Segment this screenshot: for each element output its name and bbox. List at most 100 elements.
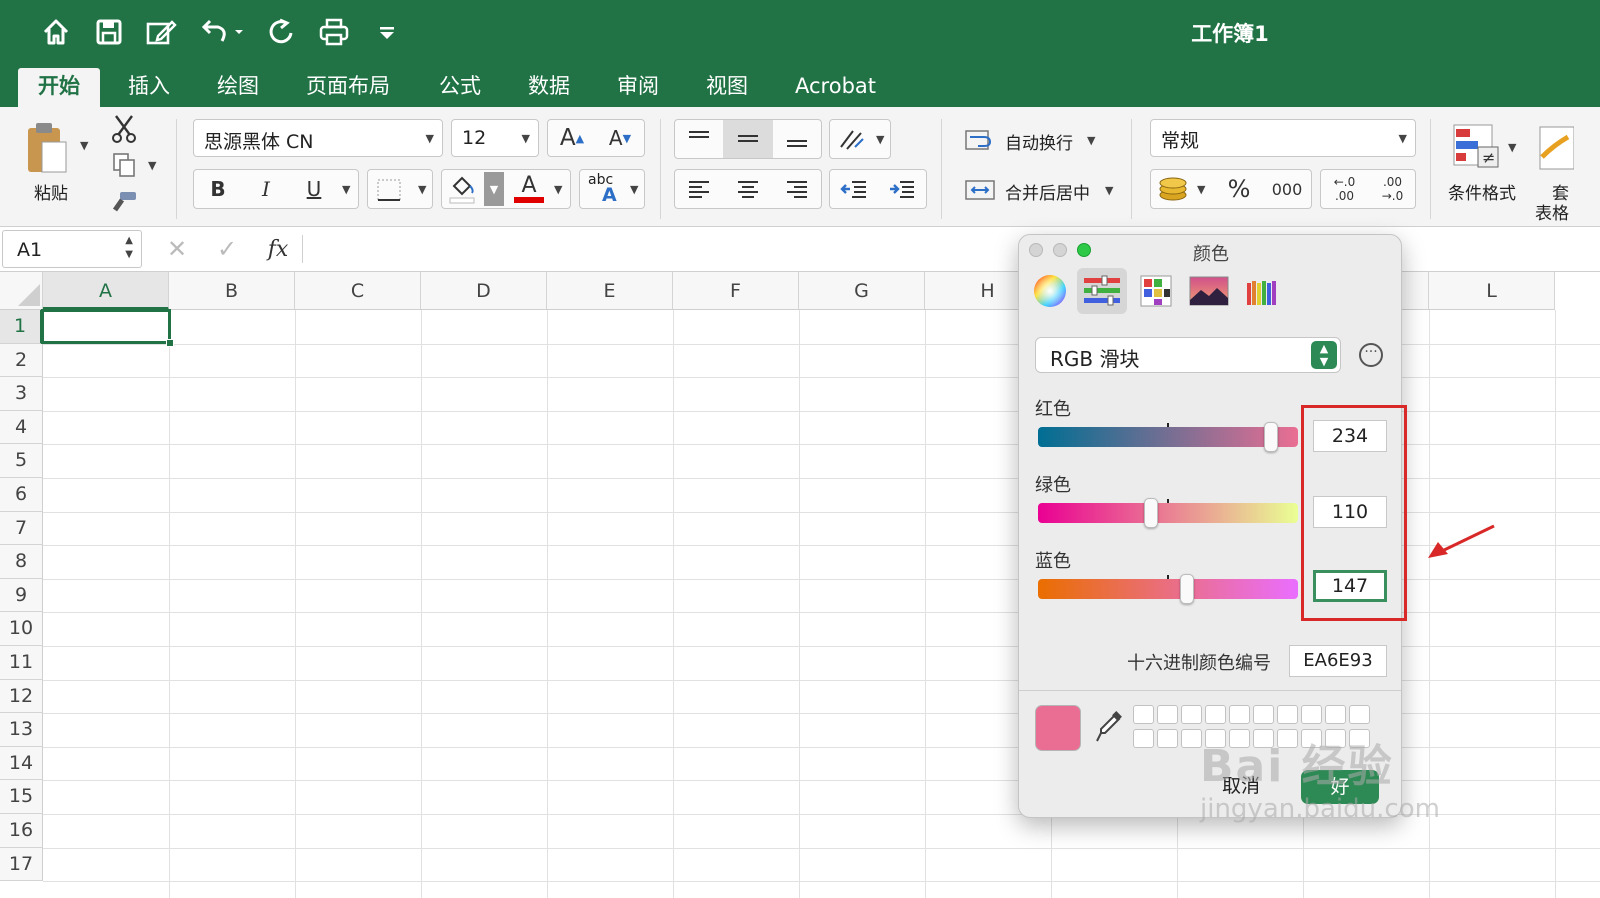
decrease-indent-icon[interactable] [830,170,878,208]
row-header[interactable]: 16 [0,814,43,848]
column-header[interactable]: D [421,272,547,310]
green-slider[interactable] [1038,498,1298,528]
hex-value-field[interactable]: EA6E93 [1289,645,1387,677]
fill-handle[interactable] [166,339,174,347]
blue-slider-knob[interactable] [1179,574,1194,604]
merge-center-icon[interactable] [962,175,998,205]
table-format-icon[interactable] [1536,123,1576,173]
fill-color-button[interactable] [444,172,480,206]
grow-font-button[interactable]: A ▲ [548,120,596,156]
color-well[interactable] [1157,705,1178,724]
column-header[interactable]: B [169,272,295,310]
selected-cell-a1[interactable] [41,309,171,344]
color-well[interactable] [1253,705,1274,724]
color-well[interactable] [1325,705,1346,724]
wrap-text-icon[interactable] [962,125,998,155]
tab-home[interactable]: 开始 [18,68,100,107]
customize-icon[interactable] [369,14,405,50]
copy-dropdown-icon[interactable]: ▼ [148,159,156,172]
table-format-label-bottom[interactable]: 表格 [1535,199,1569,224]
conditional-format-label[interactable]: 条件格式 [1448,179,1516,204]
conditional-format-icon[interactable]: ≠ [1450,119,1502,171]
paste-dropdown-icon[interactable]: ▼ [80,139,88,152]
home-icon[interactable] [38,14,74,50]
select-all-corner[interactable] [0,272,43,310]
underline-button[interactable]: U [290,170,338,208]
redo-icon[interactable] [263,14,299,50]
cancel-entry-icon[interactable]: ✕ [162,234,192,264]
font-size-select[interactable]: 12 ▼ [451,119,539,157]
color-well[interactable] [1301,705,1322,724]
row-header[interactable]: 12 [0,679,43,714]
wrap-text-label[interactable]: 自动换行 [1005,129,1073,154]
row-header[interactable]: 9 [0,578,43,613]
align-center-icon[interactable] [723,170,773,208]
underline-dropdown-icon[interactable]: ▼ [342,183,350,196]
color-well[interactable] [1205,705,1226,724]
column-header[interactable]: E [547,272,673,310]
red-slider[interactable] [1038,422,1298,452]
current-color-swatch[interactable] [1035,705,1081,751]
color-well[interactable] [1133,729,1154,748]
confirm-entry-icon[interactable]: ✓ [212,234,242,264]
wrap-text-dropdown-icon[interactable]: ▼ [1087,134,1095,147]
currency-dropdown-icon[interactable]: ▼ [1197,183,1205,196]
color-well[interactable] [1349,705,1370,724]
italic-button[interactable]: I [242,170,290,208]
edit-icon[interactable] [143,14,179,50]
row-header[interactable]: 7 [0,511,43,546]
red-slider-knob[interactable] [1263,422,1278,452]
more-options-icon[interactable]: ··· [1359,343,1383,367]
align-middle-icon[interactable] [723,120,773,158]
phonetic-button[interactable]: abc A ▼ [579,169,645,209]
column-header[interactable]: L [1429,272,1555,310]
tab-review[interactable]: 审阅 [599,68,677,107]
row-header[interactable]: 13 [0,713,43,747]
merge-center-dropdown-icon[interactable]: ▼ [1105,184,1113,197]
currency-icon[interactable] [1153,173,1193,205]
color-well[interactable] [1277,705,1298,724]
print-icon[interactable] [316,14,352,50]
merge-center-label[interactable]: 合并后居中 [1005,179,1090,204]
row-header[interactable]: 4 [0,410,43,445]
decrease-decimal-button[interactable]: .00 →.0 [1369,170,1416,208]
tab-data[interactable]: 数据 [510,68,588,107]
align-bottom-icon[interactable] [773,120,821,158]
color-well[interactable] [1181,729,1202,748]
color-mode-select[interactable]: RGB 滑块 ▲ ▼ [1035,337,1341,373]
font-name-select[interactable]: 思源黑体 CN ▼ [193,119,443,157]
tab-view[interactable]: 视图 [688,68,766,107]
increase-decimal-button[interactable]: ←.0 .00 [1321,170,1368,208]
row-header[interactable]: 14 [0,746,43,781]
color-palettes-icon[interactable] [1131,268,1181,314]
color-well[interactable] [1157,729,1178,748]
column-header[interactable]: G [799,272,925,310]
tab-formulas[interactable]: 公式 [421,68,499,107]
blue-slider[interactable] [1038,574,1298,604]
row-header[interactable]: 6 [0,478,43,512]
green-slider-knob[interactable] [1144,498,1159,528]
orientation-button[interactable]: ▼ [829,119,891,159]
format-painter-icon[interactable] [108,187,140,219]
paste-icon[interactable] [20,117,72,179]
cut-icon[interactable] [108,111,140,145]
pencils-icon[interactable] [1237,268,1287,314]
undo-icon[interactable] [197,14,245,50]
copy-icon[interactable] [108,149,140,181]
number-format-select[interactable]: 常规 ▼ [1150,119,1416,157]
row-header[interactable]: 1 [0,310,43,344]
align-left-icon[interactable] [675,170,723,208]
row-header[interactable]: 11 [0,646,43,680]
formula-input[interactable] [310,231,1010,267]
percent-button[interactable]: % [1215,170,1263,208]
row-header[interactable]: 15 [0,780,43,814]
color-well[interactable] [1181,705,1202,724]
fill-color-dropdown[interactable]: ▼ [484,172,504,206]
row-header[interactable]: 17 [0,847,43,882]
row-header[interactable]: 3 [0,377,43,411]
row-header[interactable]: 8 [0,545,43,579]
name-box-stepper-icon[interactable]: ▲ ▼ [125,234,133,262]
shrink-font-button[interactable]: A ▼ [596,120,644,156]
column-header[interactable]: C [295,272,421,310]
column-header[interactable]: A [43,272,169,310]
